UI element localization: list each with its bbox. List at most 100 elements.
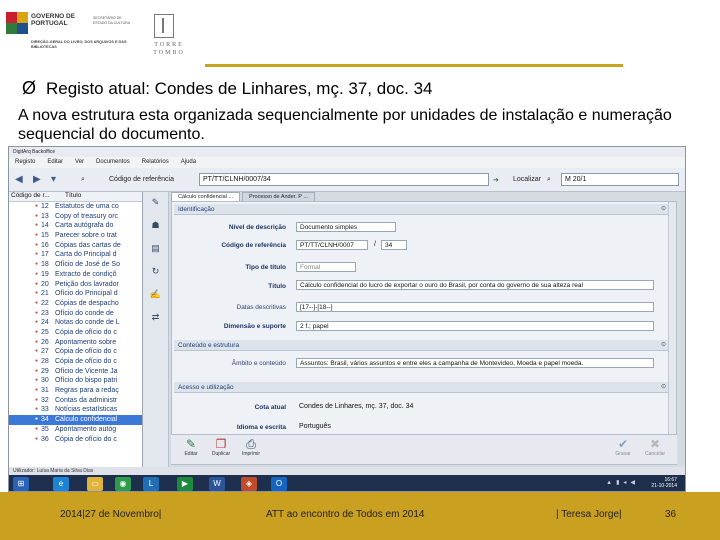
ie-icon[interactable]: e <box>53 477 69 491</box>
tree-row-title: Ofício de José de So <box>55 261 120 269</box>
tab-processo[interactable]: Processo de Ander. P ... <box>242 192 315 201</box>
tree-row-code: 13 <box>41 212 49 220</box>
menu-relatorios[interactable]: Relatórios <box>142 159 169 166</box>
tree-row[interactable]: ● 36 Cópia de ofício do c <box>9 435 142 445</box>
dimensao-input[interactable]: 2 f.; papel <box>296 321 654 331</box>
tree-row-title: Notícias estatísticas <box>55 406 118 414</box>
section-conteudo[interactable]: Conteúdo e estrutura ⊙ <box>174 340 670 351</box>
tree-row[interactable]: ● 23 Ofício do conde de <box>9 309 142 319</box>
tree-row[interactable]: ● 12 Estatutos de uma co <box>9 202 142 212</box>
pen-icon[interactable]: ✍ <box>143 289 168 307</box>
tree-row[interactable]: ● 20 Petição dos lavrador <box>9 280 142 290</box>
tree-row[interactable]: ● 18 Ofício de José de So <box>9 260 142 270</box>
form-scrollbar[interactable] <box>668 202 676 464</box>
word-icon[interactable]: W <box>209 477 225 491</box>
edit-button[interactable]: ✎ Editar <box>177 437 205 457</box>
collapse-icon[interactable]: ⊙ <box>661 341 666 348</box>
move-icon[interactable]: ⇄ <box>143 312 168 330</box>
tree-row[interactable]: ● 30 Ofício do bispo patri <box>9 376 142 386</box>
codigo-input[interactable]: PT/TT/CLNH/0007 <box>296 240 368 250</box>
tree-row[interactable]: ● 24 Notas do conde de L <box>9 318 142 328</box>
app-icon[interactable]: ◈ <box>241 477 257 491</box>
taskbar-clock[interactable]: 16:67 21-10-2014 <box>651 477 677 489</box>
tree-row-title: Ofício de Vicente Ja <box>55 367 118 375</box>
menu-ver[interactable]: Ver <box>75 159 84 166</box>
refresh-icon[interactable]: ↻ <box>143 266 168 284</box>
tree-row-title: Copy of treasury orc <box>55 212 119 220</box>
back-icon[interactable]: ◀ <box>15 174 23 185</box>
tree-row[interactable]: ● 32 Contas da administr <box>9 396 142 406</box>
menubar: Registo Editar Ver Documentos Relatórios… <box>9 157 685 168</box>
record-icon: ● <box>34 338 38 345</box>
ambito-input[interactable]: Assuntos: Brasil, vários assuntos e entr… <box>296 358 654 368</box>
tree-row[interactable]: ● 15 Parecer sobre o trat <box>9 231 142 241</box>
tree-row-title: Cópias das cartas de <box>55 241 121 249</box>
tree-row[interactable]: ● 25 Cópia de ofício do c <box>9 328 142 338</box>
system-tray-icons[interactable]: ▲▮◂◀ <box>606 479 639 486</box>
tree-row[interactable]: ● 13 Copy of treasury orc <box>9 212 142 222</box>
collapse-icon[interactable]: ⊙ <box>661 383 666 390</box>
menu-documentos[interactable]: Documentos <box>96 159 130 166</box>
tree-row-code: 12 <box>41 203 49 210</box>
forward-icon[interactable]: ▶ <box>33 174 41 185</box>
collapse-icon[interactable]: ⊙ <box>661 205 666 212</box>
datas-input[interactable]: [17--]-[18--] <box>296 302 654 312</box>
tree-row[interactable]: ● 19 Extracto de condiçõ <box>9 270 142 280</box>
header-divider <box>205 64 623 67</box>
tree-row[interactable]: ● 16 Cópias das cartas de <box>9 241 142 251</box>
tree-row-code: 29 <box>41 367 49 375</box>
tree-row[interactable]: ● 29 Ofício de Vicente Ja <box>9 367 142 377</box>
nivel-select[interactable]: Documento simples <box>296 222 396 232</box>
cancel-button[interactable]: ✖ Cancelar <box>641 437 669 457</box>
go-icon[interactable]: ➜ <box>493 176 499 184</box>
tree-row[interactable]: ● 28 Cópia de ofício do c <box>9 357 142 367</box>
section-identificacao[interactable]: Identificação ⊙ <box>174 204 670 215</box>
people-icon[interactable]: ☗ <box>143 220 168 238</box>
tree-row-code: 19 <box>41 270 49 278</box>
record-icon: ● <box>34 241 38 248</box>
action-bar: ✎ Editar ❐ Duplicar ⎙ Imprimir ✔ Gravar ✖ Can… <box>171 434 677 464</box>
tab-calculo[interactable]: Cálculo confidencial ... <box>171 192 241 201</box>
tree-row[interactable]: ● 22 Cópias de despacho <box>9 299 142 309</box>
codigo-suffix-input[interactable]: 34 <box>381 240 407 250</box>
tipo-select[interactable]: Formal <box>296 262 356 272</box>
tree-row[interactable]: ● 33 Notícias estatísticas <box>9 405 142 415</box>
tree-row-title: Cálculo confidencial <box>55 416 118 424</box>
menu-registo[interactable]: Registo <box>15 159 35 166</box>
duplicate-button[interactable]: ❐ Duplicar <box>207 437 235 457</box>
tree-row-code: 25 <box>41 328 49 336</box>
tree-col-code[interactable]: Código de r... <box>9 192 65 201</box>
print-button[interactable]: ⎙ Imprimir <box>237 437 265 457</box>
chrome-icon[interactable]: ◉ <box>115 477 131 491</box>
tree-row[interactable]: ● 35 Apontamento autóg <box>9 425 142 435</box>
tree-row[interactable]: ● 27 Cópia de ofício do c <box>9 347 142 357</box>
tree-row[interactable]: ● 17 Carta do Principal d <box>9 250 142 260</box>
save-button[interactable]: ✔ Gravar <box>609 437 637 457</box>
tree-row[interactable]: ● 21 Ofício do Principal d <box>9 289 142 299</box>
record-icon: ● <box>34 425 38 432</box>
book-icon[interactable]: ▤ <box>143 243 168 261</box>
titulo-input[interactable]: Cálculo confidencial do lucro de exporta… <box>296 280 654 290</box>
search-input[interactable]: M 20/1 <box>561 173 679 186</box>
tree-col-title[interactable]: Título <box>65 192 81 201</box>
menu-ajuda[interactable]: Ajuda <box>181 159 196 166</box>
tree-row[interactable]: ● 14 Carta autógrafa do <box>9 221 142 231</box>
dropdown-icon[interactable]: ▾ <box>51 174 56 185</box>
section-acesso[interactable]: Acesso e utilização ⊙ <box>174 382 670 393</box>
governo-portugal-logo: GOVERNO DE PORTUGAL SECRETÁRIO DE ESTADO… <box>6 10 136 62</box>
ref-input[interactable]: PT/TT/CLNH/0007/34 <box>199 173 489 186</box>
lync-icon[interactable]: L <box>143 477 159 491</box>
media-icon[interactable]: ▶ <box>177 477 193 491</box>
tree-row[interactable]: ● 34 Cálculo confidencial <box>9 415 142 425</box>
edit-button-label: Editar <box>184 451 198 457</box>
menu-editar[interactable]: Editar <box>47 159 63 166</box>
edit-icon[interactable]: ✎ <box>143 197 168 215</box>
outlook-icon[interactable]: O <box>271 477 287 491</box>
folder-icon[interactable]: ▭ <box>87 477 103 491</box>
tree-row[interactable]: ● 31 Regras para a redaç <box>9 386 142 396</box>
record-icon: ● <box>34 358 38 364</box>
gov-emblem-icon <box>6 12 28 34</box>
start-icon[interactable]: ⊞ <box>13 477 29 491</box>
document-tabs: Cálculo confidencial ... Processo de And… <box>171 192 683 201</box>
tree-row[interactable]: ● 26 Apontamento sobre <box>9 338 142 348</box>
